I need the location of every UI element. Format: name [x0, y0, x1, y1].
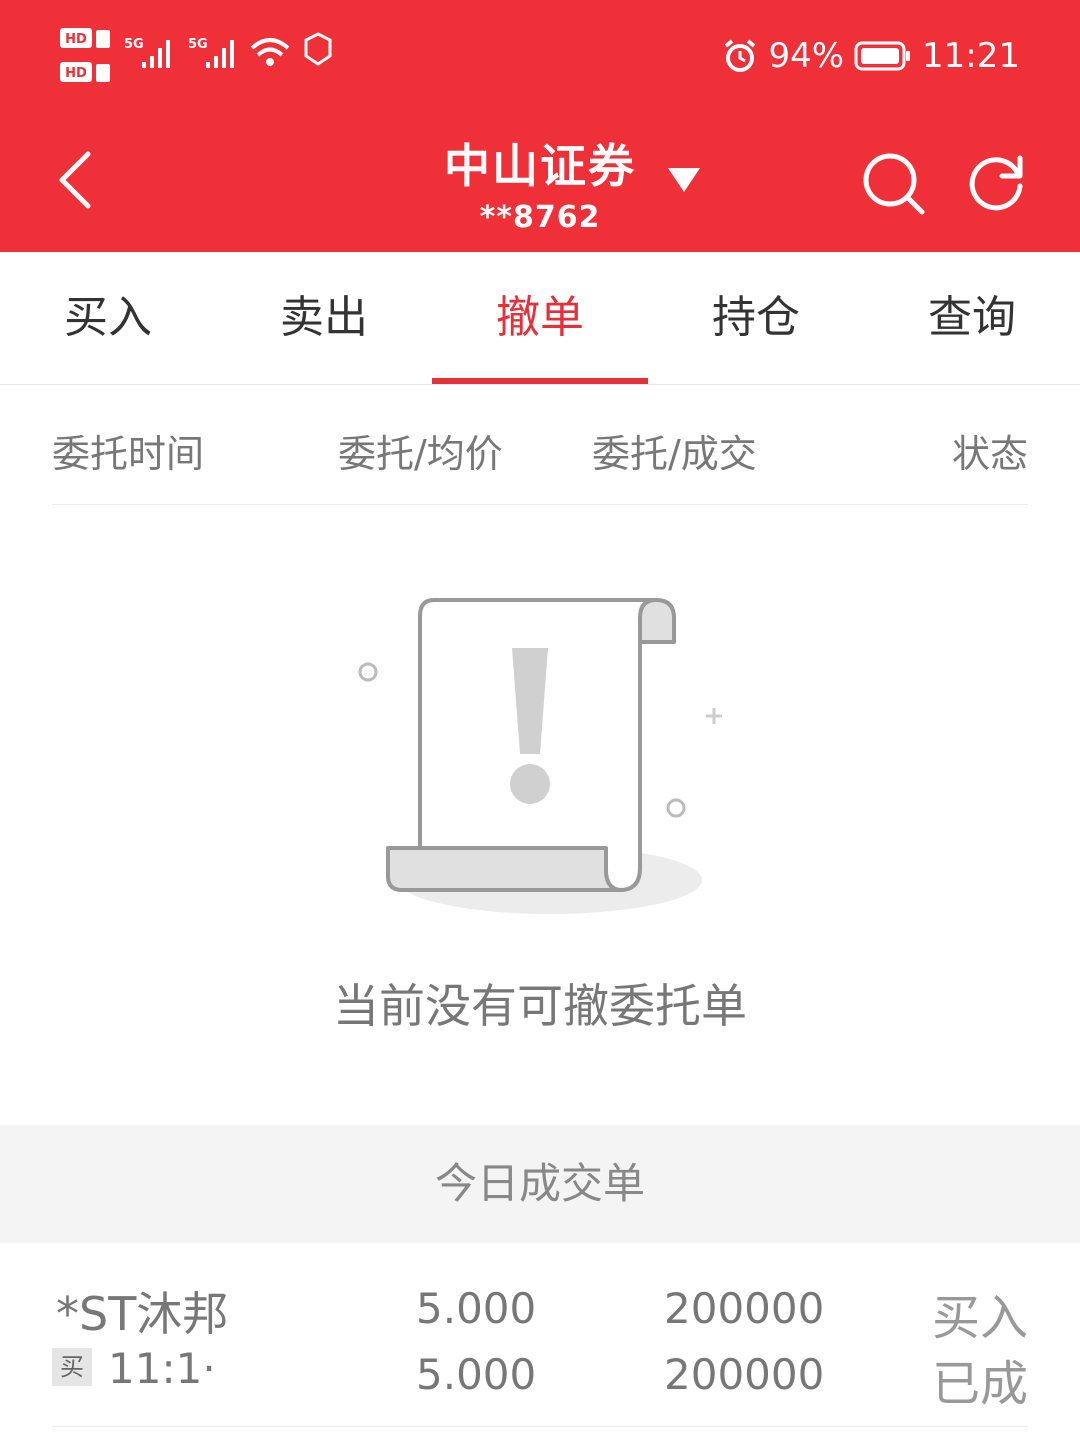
tab-positions[interactable]: 持仓 [648, 252, 864, 384]
search-icon[interactable] [860, 150, 926, 216]
column-header-status: 状态 [951, 432, 1028, 476]
filled-quantity: 200000 [664, 1350, 825, 1399]
table-row[interactable]: *ST沐邦 买 11:1· 5.000 5.000 200000 200000 … [52, 1250, 1028, 1427]
average-price: 5.000 [416, 1350, 537, 1399]
tab-buy[interactable]: 买入 [0, 252, 216, 384]
trade-tabs: 买入 卖出 撤单 持仓 查询 [0, 252, 1080, 385]
status-bar-left-icons: HD HD 5G 5G [60, 28, 332, 82]
order-quantity: 200000 [664, 1284, 825, 1333]
battery-percent: 94% [768, 36, 845, 76]
stock-name: *ST沐邦 [56, 1287, 229, 1341]
tab-sell[interactable]: 卖出 [216, 252, 432, 384]
column-header-quantity: 委托/成交 [592, 432, 757, 476]
active-tab-indicator [432, 378, 648, 384]
svg-text:HD: HD [65, 32, 87, 47]
refresh-icon[interactable] [964, 150, 1028, 214]
today-trades-header: 今日成交单 [0, 1125, 1080, 1243]
svg-text:HD: HD [65, 66, 87, 81]
order-column-headers: 委托时间 委托/均价 委托/成交 状态 [52, 385, 1028, 505]
empty-document-icon [358, 598, 722, 914]
clock: 11:21 [922, 36, 1020, 76]
column-header-time: 委托时间 [52, 432, 205, 476]
empty-state-message: 当前没有可撤委托单 [333, 979, 747, 1033]
tab-cancel[interactable]: 撤单 [432, 252, 648, 384]
alarm-icon [725, 39, 756, 72]
dropdown-icon[interactable] [666, 166, 702, 194]
side-badge: 买 [52, 1348, 92, 1386]
status-bar-right: 94% 11:21 [722, 34, 1020, 78]
column-header-price: 委托/均价 [338, 432, 503, 476]
order-price: 5.000 [416, 1284, 537, 1333]
trade-time: 11:1· [108, 1344, 216, 1393]
battery-icon [854, 41, 911, 71]
tab-query[interactable]: 查询 [864, 252, 1080, 384]
svg-text:5G: 5G [188, 37, 208, 52]
svg-text:5G: 5G [124, 37, 144, 52]
app-header: HD HD 5G 5G 94% 11:21 中山证券 **8762 [0, 0, 1080, 252]
trade-type: 买入 [931, 1290, 1028, 1346]
trade-status: 已成 [931, 1356, 1028, 1412]
